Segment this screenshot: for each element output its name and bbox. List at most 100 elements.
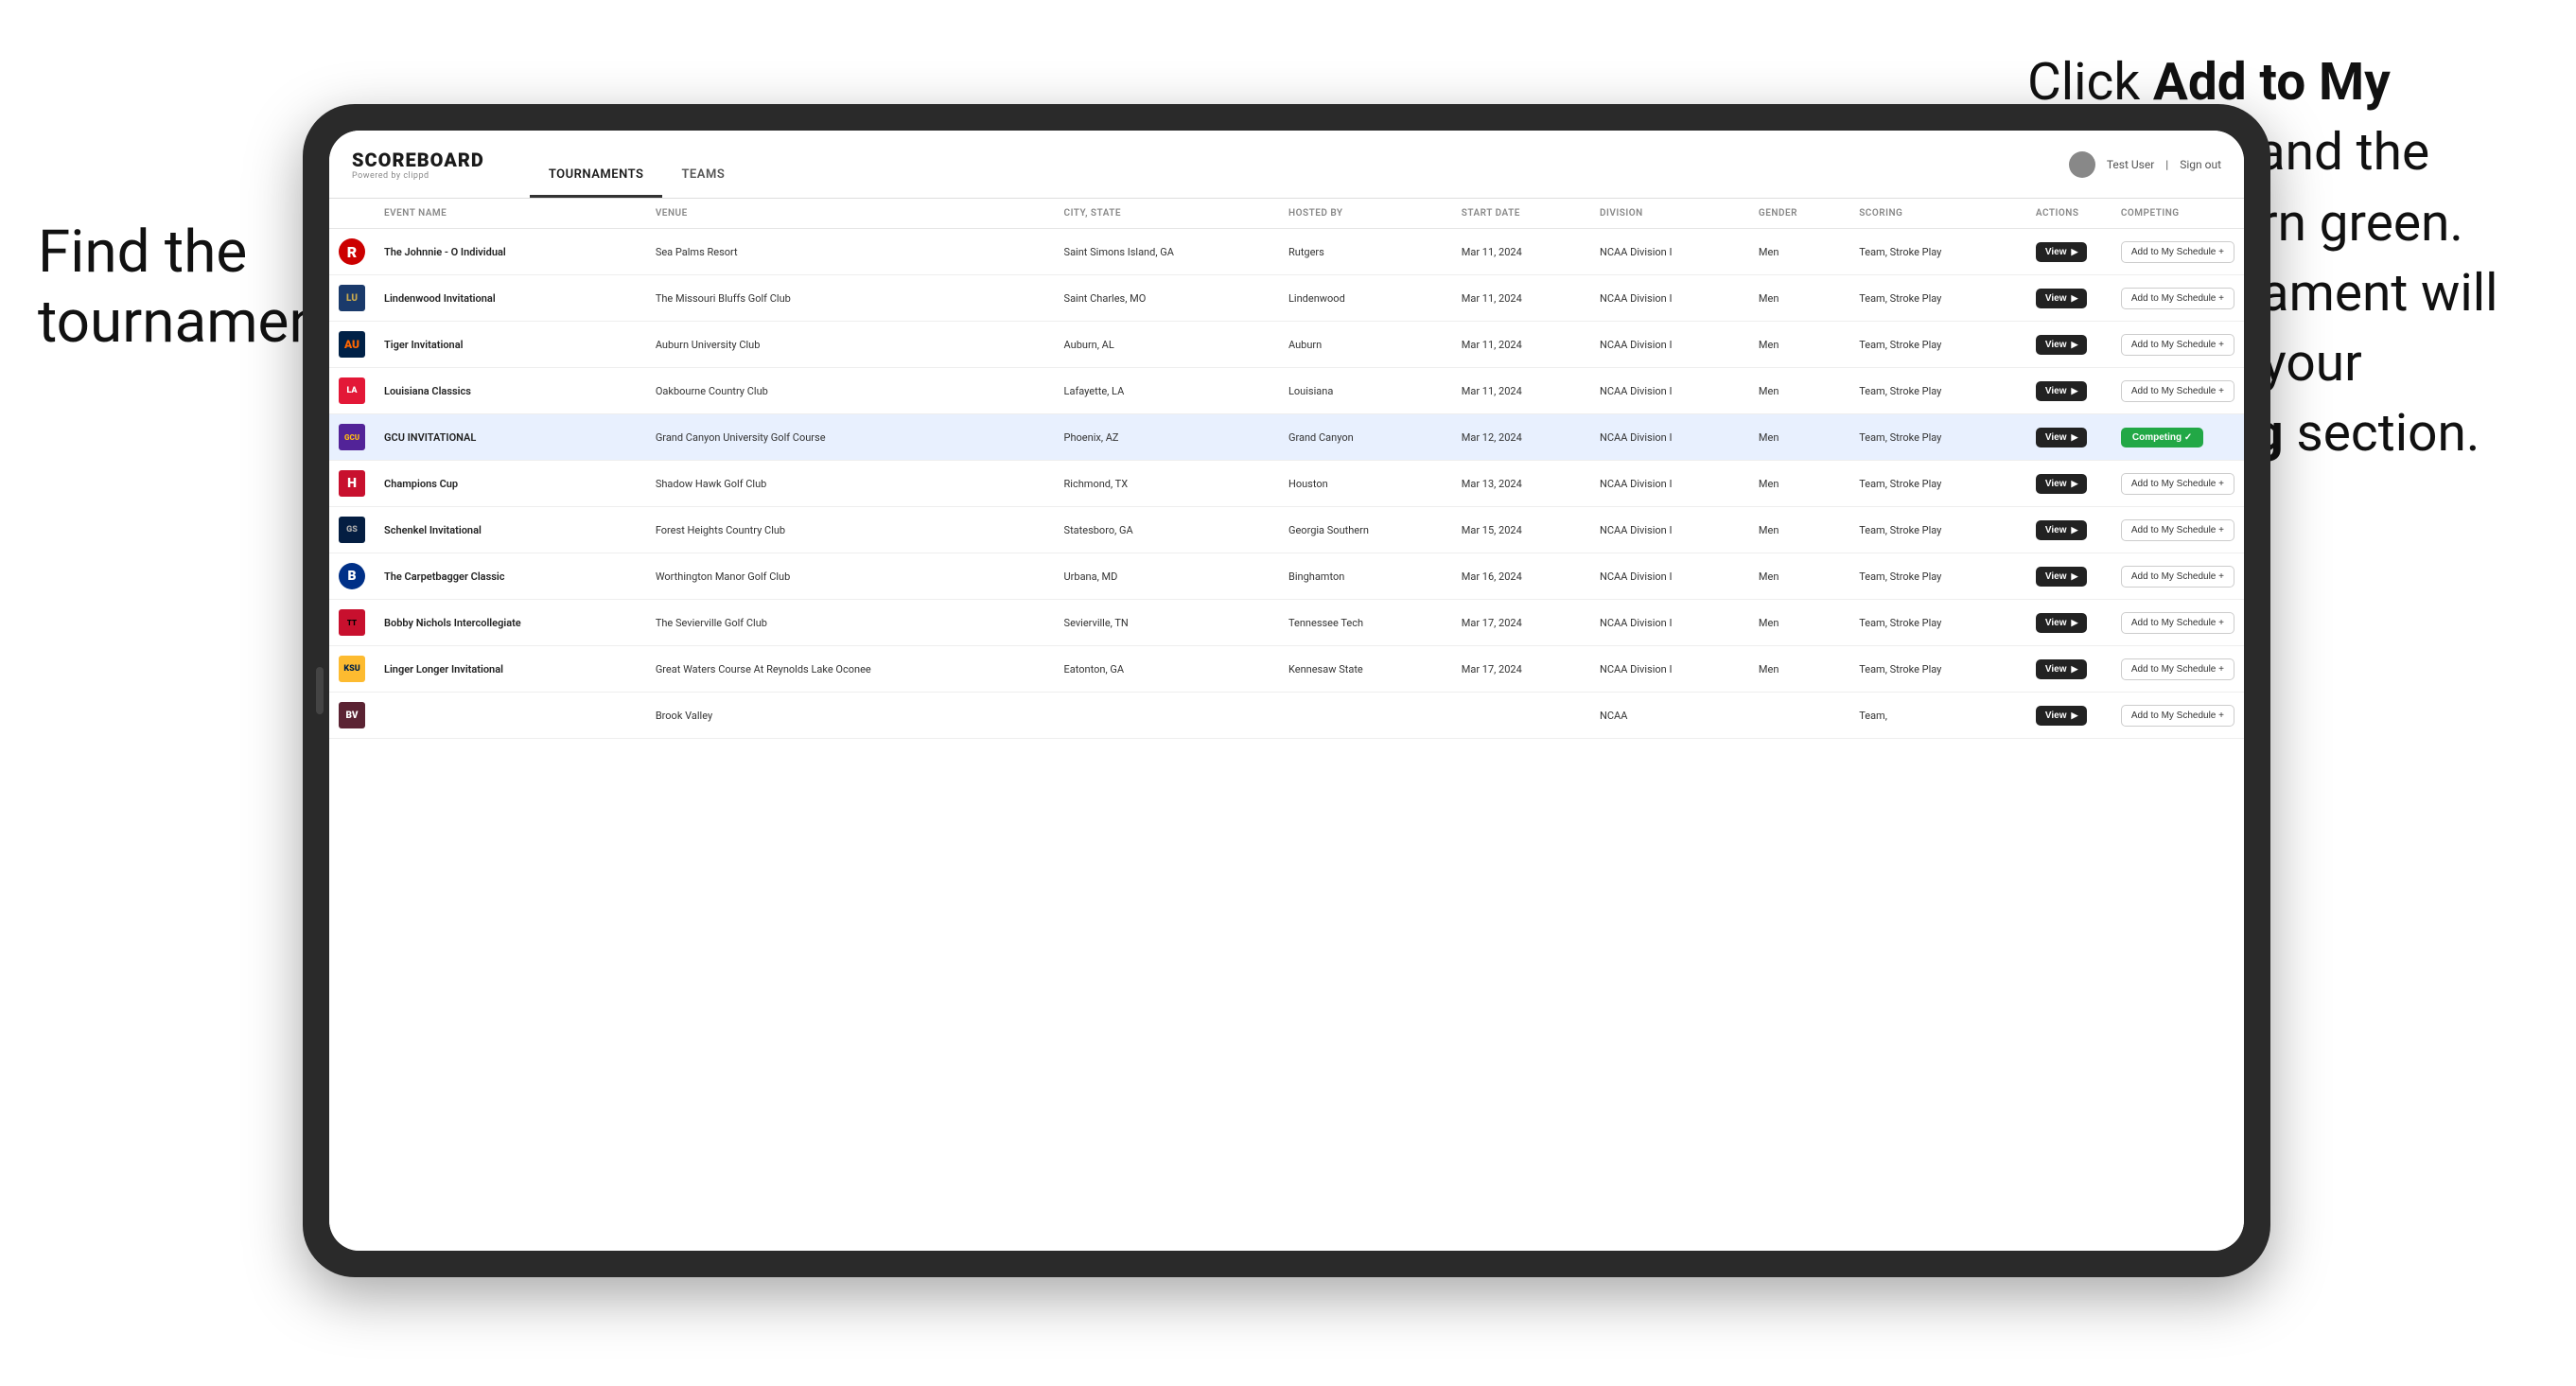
team-logo-cell: LU xyxy=(329,275,375,322)
add-to-schedule-button[interactable]: Add to My Schedule + xyxy=(2121,241,2234,263)
competing-cell: Add to My Schedule + xyxy=(2112,646,2244,693)
view-button[interactable]: View ▶ xyxy=(2036,289,2088,308)
tab-teams[interactable]: TEAMS xyxy=(662,167,744,198)
view-button[interactable]: View ▶ xyxy=(2036,520,2088,540)
nav-tabs: TOURNAMENTS TEAMS xyxy=(530,131,744,198)
add-to-schedule-button[interactable]: Add to My Schedule + xyxy=(2121,380,2234,402)
division-cell: NCAA Division I xyxy=(1590,414,1749,461)
team-logo-cell: LA xyxy=(329,368,375,414)
gender-cell: Men xyxy=(1749,646,1849,693)
start-date-cell: Mar 11, 2024 xyxy=(1452,229,1590,275)
add-to-schedule-button[interactable]: Add to My Schedule + xyxy=(2121,705,2234,727)
city-state-cell: Sevierville, TN xyxy=(1055,600,1279,646)
city-state-cell: Richmond, TX xyxy=(1055,461,1279,507)
event-name: Louisiana Classics xyxy=(384,385,471,397)
table-row: KSULinger Longer InvitationalGreat Water… xyxy=(329,646,2244,693)
start-date-cell: Mar 11, 2024 xyxy=(1452,368,1590,414)
team-logo: GCU xyxy=(339,424,365,450)
start-date-cell: Mar 16, 2024 xyxy=(1452,553,1590,600)
scoring-cell: Team, Stroke Play xyxy=(1849,322,2026,368)
add-to-schedule-button[interactable]: Add to My Schedule + xyxy=(2121,288,2234,309)
table-row: LA Louisiana Classics Oakbourne Country Cl… xyxy=(329,368,2244,414)
venue-cell: Oakbourne Country Club xyxy=(646,368,1055,414)
division-cell: NCAA Division I xyxy=(1590,368,1749,414)
add-to-schedule-button[interactable]: Add to My Schedule + xyxy=(2121,612,2234,634)
event-name: The Johnnie - O Individual xyxy=(384,246,506,258)
competing-cell: Competing ✓ xyxy=(2112,414,2244,461)
view-button[interactable]: View ▶ xyxy=(2036,428,2088,447)
start-date-cell: Mar 11, 2024 xyxy=(1452,322,1590,368)
event-name: Champions Cup xyxy=(384,478,458,490)
team-logo-cell: H xyxy=(329,461,375,507)
add-to-schedule-button[interactable]: Add to My Schedule + xyxy=(2121,658,2234,680)
view-button[interactable]: View ▶ xyxy=(2036,659,2088,679)
team-logo: LU xyxy=(339,285,365,311)
event-name-cell: Champions Cup xyxy=(375,461,646,507)
actions-cell: View ▶ xyxy=(2026,553,2112,600)
division-cell: NCAA Division I xyxy=(1590,507,1749,553)
view-button[interactable]: View ▶ xyxy=(2036,706,2088,726)
scoring-cell: Team, xyxy=(1849,693,2026,739)
hosted-by-cell: Grand Canyon xyxy=(1279,414,1452,461)
event-name: Schenkel Invitational xyxy=(384,524,482,536)
start-date-cell: Mar 13, 2024 xyxy=(1452,461,1590,507)
add-to-schedule-button[interactable]: Add to My Schedule + xyxy=(2121,334,2234,356)
competing-cell: Add to My Schedule + xyxy=(2112,275,2244,322)
table-row: BThe Carpetbagger ClassicWorthington Man… xyxy=(329,553,2244,600)
actions-cell: View ▶ xyxy=(2026,600,2112,646)
col-division: DIVISION xyxy=(1590,199,1749,229)
competing-cell: Add to My Schedule + xyxy=(2112,461,2244,507)
view-button[interactable]: View ▶ xyxy=(2036,567,2088,587)
add-to-schedule-button[interactable]: Add to My Schedule + xyxy=(2121,473,2234,495)
event-name: Tiger Invitational xyxy=(384,339,463,351)
start-date-cell: Mar 12, 2024 xyxy=(1452,414,1590,461)
event-name-cell xyxy=(375,693,646,739)
hosted-by-cell: Rutgers xyxy=(1279,229,1452,275)
gender-cell xyxy=(1749,693,1849,739)
scoring-cell: Team, Stroke Play xyxy=(1849,646,2026,693)
event-name-cell: The Carpetbagger Classic xyxy=(375,553,646,600)
event-name-cell: Louisiana Classics xyxy=(375,368,646,414)
col-competing: COMPETING xyxy=(2112,199,2244,229)
add-to-schedule-button[interactable]: Add to My Schedule + xyxy=(2121,566,2234,588)
event-name-cell: GCU INVITATIONAL xyxy=(375,414,646,461)
logo-area: SCOREBOARD Powered by clippd xyxy=(352,149,484,181)
venue-cell: Sea Palms Resort xyxy=(646,229,1055,275)
team-logo: GS xyxy=(339,517,365,543)
competing-cell: Add to My Schedule + xyxy=(2112,322,2244,368)
view-button[interactable]: View ▶ xyxy=(2036,613,2088,633)
tablet-side-button xyxy=(316,667,324,714)
actions-cell: View ▶ xyxy=(2026,322,2112,368)
team-logo: TT xyxy=(339,609,365,636)
hosted-by-cell: Auburn xyxy=(1279,322,1452,368)
col-venue: VENUE xyxy=(646,199,1055,229)
user-label: Test User xyxy=(2107,158,2154,171)
view-button[interactable]: View ▶ xyxy=(2036,242,2088,262)
col-start-date: START DATE xyxy=(1452,199,1590,229)
col-scoring: SCORING xyxy=(1849,199,2026,229)
col-actions: ACTIONS xyxy=(2026,199,2112,229)
competing-button[interactable]: Competing ✓ xyxy=(2121,428,2203,447)
actions-cell: View ▶ xyxy=(2026,368,2112,414)
logo-text: SCOREBOARD xyxy=(352,149,484,171)
scoring-cell: Team, Stroke Play xyxy=(1849,229,2026,275)
competing-cell: Add to My Schedule + xyxy=(2112,600,2244,646)
logo-sub: Powered by clippd xyxy=(352,171,484,181)
city-state-cell: Lafayette, LA xyxy=(1055,368,1279,414)
signout-link[interactable]: Sign out xyxy=(2180,158,2221,171)
view-button[interactable]: View ▶ xyxy=(2036,474,2088,494)
tab-tournaments[interactable]: TOURNAMENTS xyxy=(530,167,663,198)
actions-cell: View ▶ xyxy=(2026,275,2112,322)
table-container: EVENT NAME VENUE CITY, STATE HOSTED BY S… xyxy=(329,199,2244,1251)
event-name-cell: Lindenwood Invitational xyxy=(375,275,646,322)
venue-cell: Worthington Manor Golf Club xyxy=(646,553,1055,600)
division-cell: NCAA Division I xyxy=(1590,229,1749,275)
header-right: Test User | Sign out xyxy=(2069,151,2221,178)
add-to-schedule-button[interactable]: Add to My Schedule + xyxy=(2121,519,2234,541)
hosted-by-cell: Binghamton xyxy=(1279,553,1452,600)
view-button[interactable]: View ▶ xyxy=(2036,335,2088,355)
hosted-by-cell: Tennessee Tech xyxy=(1279,600,1452,646)
table-row: GSSchenkel InvitationalForest Heights Co… xyxy=(329,507,2244,553)
view-button[interactable]: View ▶ xyxy=(2036,381,2088,401)
app-header: SCOREBOARD Powered by clippd TOURNAMENTS… xyxy=(329,131,2244,199)
